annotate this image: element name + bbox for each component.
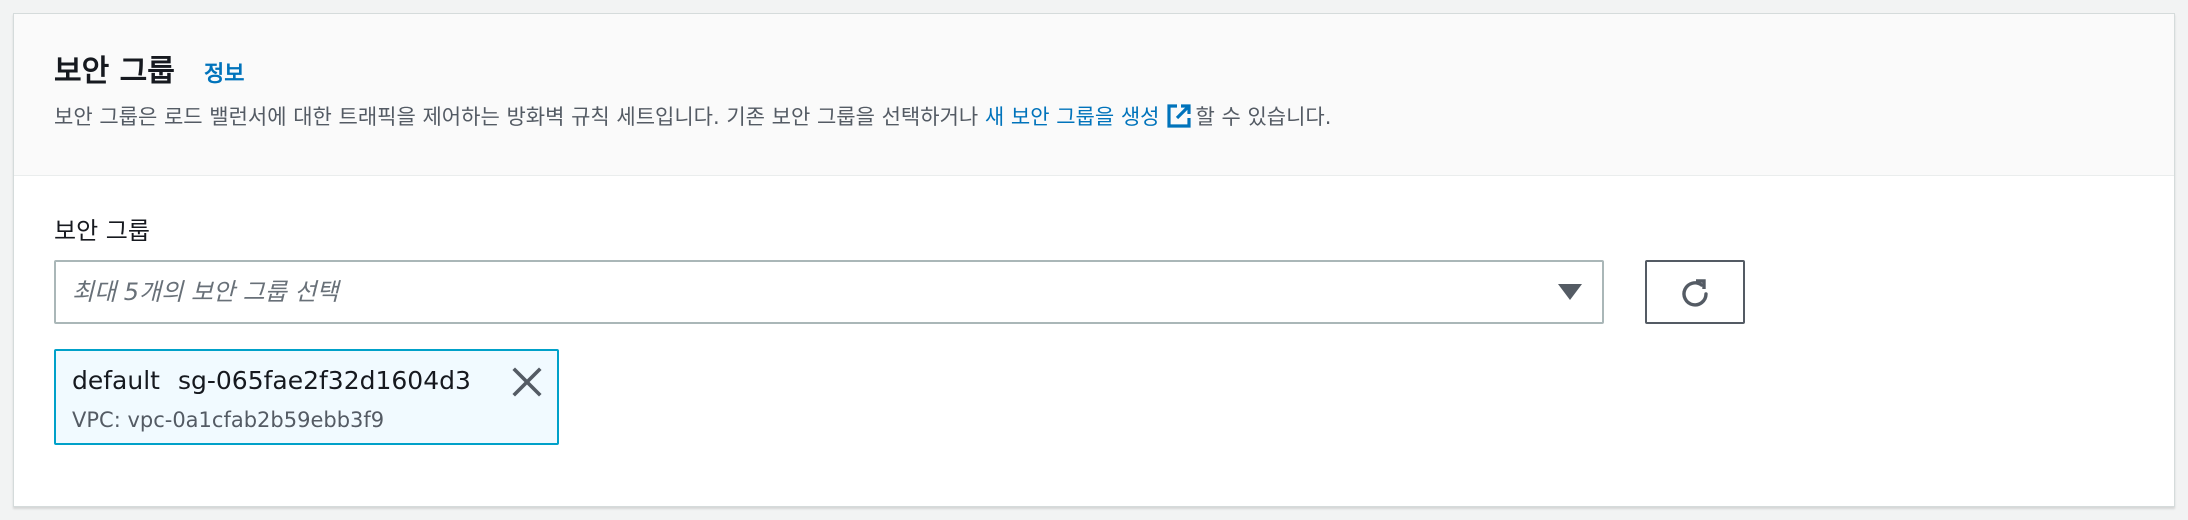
caret-down-icon: [1558, 284, 1582, 300]
security-group-select[interactable]: 최대 5개의 보안 그룹 선택: [54, 260, 1604, 324]
section-description: 보안 그룹은 로드 밸런서에 대한 트래픽을 제어하는 방화벽 규칙 세트입니다…: [54, 100, 1331, 140]
token-group-name: default: [72, 366, 160, 395]
create-security-group-link[interactable]: 새 보안 그룹을 생성: [985, 105, 1160, 129]
token-vpc: VPC: vpc-0a1cfab2b59ebb3f9: [72, 408, 385, 432]
security-group-field-label: 보안 그룹: [54, 217, 150, 245]
refresh-button[interactable]: [1645, 260, 1745, 324]
token-title: default sg-065fae2f32d1604d3: [72, 363, 471, 399]
description-text: 보안 그룹은 로드 밸런서에 대한 트래픽을 제어하는 방화벽 규칙 세트입니다…: [54, 105, 985, 129]
refresh-icon: [1682, 279, 1708, 307]
close-icon[interactable]: [510, 365, 544, 399]
security-groups-panel: 보안 그룹 정보 보안 그룹은 로드 밸런서에 대한 트래픽을 제어하는 방화벽…: [13, 13, 2175, 507]
external-link-icon[interactable]: [1165, 102, 1193, 140]
panel-header: 보안 그룹 정보 보안 그룹은 로드 밸런서에 대한 트래픽을 제어하는 방화벽…: [14, 14, 2174, 176]
select-placeholder: 최대 5개의 보안 그룹 선택: [72, 278, 339, 306]
info-link[interactable]: 정보: [204, 60, 244, 90]
token-group-id: sg-065fae2f32d1604d3: [177, 366, 471, 395]
selected-security-group-token: default sg-065fae2f32d1604d3 VPC: vpc-0a1…: [54, 349, 559, 445]
description-suffix: 할 수 있습니다.: [1195, 105, 1332, 129]
section-title: 보안 그룹: [54, 54, 175, 89]
